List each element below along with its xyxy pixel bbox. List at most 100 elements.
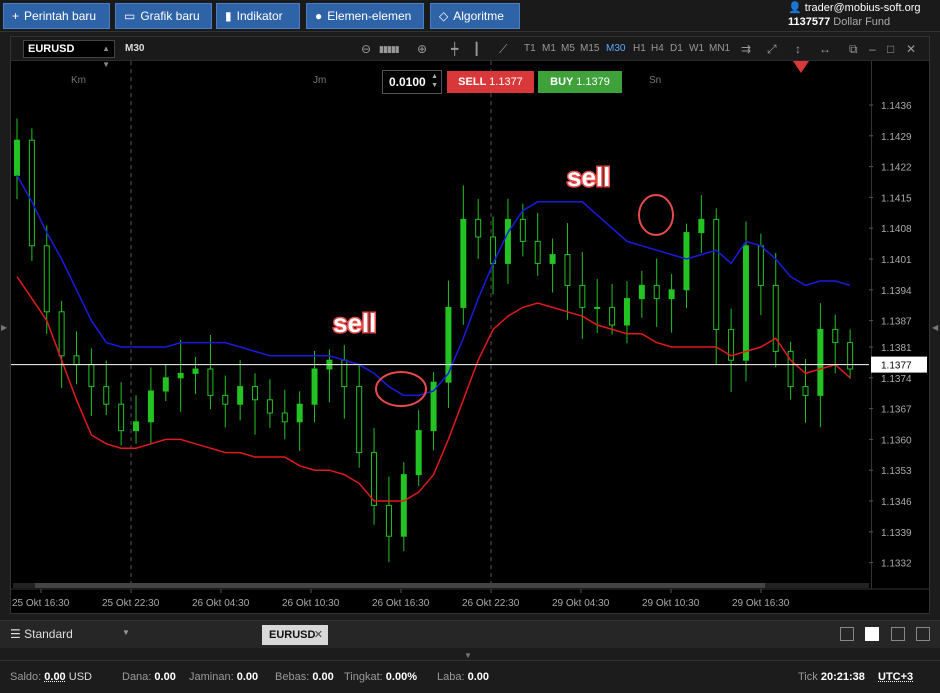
close-chart-icon[interactable]: ✕ xyxy=(906,42,916,56)
tf-mn1[interactable]: MN1 xyxy=(709,43,730,54)
new-chart-button[interactable]: ▭ Grafik baru xyxy=(115,3,212,29)
time-tick-label: 25 Okt 22:30 xyxy=(102,598,160,609)
account-fund: Dollar Fund xyxy=(833,16,891,28)
chart-shift-marker-icon[interactable] xyxy=(793,61,809,73)
tf-m15[interactable]: M15 xyxy=(580,43,599,54)
detach-icon[interactable]: ⧉ xyxy=(849,42,858,57)
candle-body xyxy=(311,368,318,405)
new-order-button[interactable]: + Perintah baru xyxy=(3,3,110,29)
candle-body xyxy=(252,386,259,401)
day-label: Sn xyxy=(649,75,661,86)
candle-body xyxy=(757,245,764,286)
candle-body xyxy=(519,218,526,242)
layout-grid-icon[interactable] xyxy=(865,627,879,641)
bar-type-icon[interactable]: ┿ xyxy=(451,42,458,56)
tf-h4[interactable]: H4 xyxy=(651,43,664,54)
time-tick-label: 29 Okt 04:30 xyxy=(552,598,610,609)
zoom-in-icon[interactable]: ⊕ xyxy=(417,42,427,56)
price-tick-label: 1.1401 xyxy=(881,255,912,266)
chart-window: EURUSD ▲ ▼ M30 ⊖ ▮▮▮▮▮ ⊕ ┿ ┃ ⟋ T1 M1 M5 M1… xyxy=(10,36,930,614)
maximize-icon[interactable]: □ xyxy=(887,42,894,56)
close-tab-icon[interactable]: ✕ xyxy=(314,625,323,645)
annotation-sell-label: sell xyxy=(333,308,376,338)
candle-body xyxy=(713,218,720,330)
lot-spinner-icon[interactable]: ▲ ▼ xyxy=(431,72,438,90)
tf-h1[interactable]: H1 xyxy=(633,43,646,54)
time-tick-label: 29 Okt 10:30 xyxy=(642,598,700,609)
candle-body xyxy=(207,368,214,396)
zoom-out-icon[interactable]: ⊖ xyxy=(361,42,371,56)
bar-chart-icon: ▮ xyxy=(225,9,232,23)
candle-body xyxy=(653,284,660,300)
algorithm-button[interactable]: ◇ Algoritme xyxy=(430,3,520,29)
layout-columns-icon[interactable] xyxy=(891,627,905,641)
trendline-tool-icon[interactable]: ⤢ xyxy=(767,42,777,57)
candle-body xyxy=(73,355,80,366)
tf-m1[interactable]: M1 xyxy=(542,43,556,54)
tf-m5[interactable]: M5 xyxy=(561,43,575,54)
candle-body xyxy=(133,421,140,432)
time-tick-label: 26 Okt 16:30 xyxy=(372,598,430,609)
account-info[interactable]: 👤 trader@mobius-soft.org 1137577 Dollar … xyxy=(788,1,934,29)
candle-body xyxy=(579,284,586,308)
candle-body xyxy=(594,306,601,309)
menu-icon: ☰ xyxy=(10,627,21,641)
hscale-tool-icon[interactable]: ↔ xyxy=(819,42,831,56)
left-panel-arrow-icon[interactable]: ▶ xyxy=(1,323,7,332)
minimize-icon[interactable]: – xyxy=(869,42,876,56)
upper-band-line xyxy=(16,175,851,397)
tf-d1[interactable]: D1 xyxy=(670,43,683,54)
candle-body xyxy=(281,412,288,423)
day-label: Km xyxy=(71,75,86,86)
right-panel-arrow-icon[interactable]: ◀ xyxy=(932,323,938,332)
status-tingkat: Tingkat: 0.00% xyxy=(344,671,417,683)
zoom-slider[interactable]: ▮▮▮▮▮ xyxy=(379,44,400,55)
timezone-select[interactable]: UTC+3 xyxy=(878,671,913,683)
indicator-button[interactable]: ▮ Indikator xyxy=(216,3,300,29)
tf-m30[interactable]: M30 xyxy=(606,43,625,54)
candle-body xyxy=(266,399,273,414)
annotation-sell-label: sell xyxy=(567,162,610,192)
chart-header: EURUSD ▲ ▼ M30 ⊖ ▮▮▮▮▮ ⊕ ┿ ┃ ⟋ T1 M1 M5 M1… xyxy=(11,37,929,69)
status-bar: Saldo: 0.00 USD Dana: 0.00 Jaminan: 0.00… xyxy=(0,660,940,693)
time-tick-label: 29 Okt 16:30 xyxy=(732,598,790,609)
price-tick-label: 1.1367 xyxy=(881,405,912,416)
vline-tool-icon[interactable]: ↕ xyxy=(795,42,801,56)
candle-body xyxy=(147,390,154,423)
candle-body xyxy=(638,284,645,300)
hline-tool-icon[interactable]: ⇉ xyxy=(741,42,751,56)
candle-type-icon[interactable]: ┃ xyxy=(473,42,480,56)
elements-button[interactable]: ● Elemen-elemen xyxy=(306,3,424,29)
candle-body xyxy=(415,430,422,476)
candle-body xyxy=(58,311,65,357)
sell-button[interactable]: SELL 1.1377 xyxy=(447,71,534,93)
lot-input[interactable]: 0.0100 ▲ ▼ xyxy=(382,70,442,94)
annotation-circle xyxy=(375,371,427,407)
candle-body xyxy=(683,232,690,291)
price-tick-label: 1.1429 xyxy=(881,132,912,143)
layout-single-icon[interactable] xyxy=(840,627,854,641)
price-tick-label: 1.1360 xyxy=(881,435,912,446)
bottom-panel-arrow-icon[interactable]: ▼ xyxy=(464,651,472,660)
price-tick-label: 1.1381 xyxy=(881,343,912,354)
candle-body xyxy=(817,328,824,396)
symbol-select[interactable]: EURUSD ▲ ▼ xyxy=(23,40,115,69)
time-tick-label: 26 Okt 22:30 xyxy=(462,598,520,609)
chart-scrollbar-thumb[interactable] xyxy=(35,583,765,588)
candle-body xyxy=(118,403,125,432)
day-label: Jm xyxy=(313,75,326,86)
buy-button[interactable]: BUY 1.1379 xyxy=(538,71,622,93)
price-tick-label: 1.1353 xyxy=(881,466,912,477)
time-tick-label: 26 Okt 10:30 xyxy=(282,598,340,609)
tab-eurusd[interactable]: EURUSD ✕ xyxy=(262,625,328,645)
layout-rows-icon[interactable] xyxy=(916,627,930,641)
candle-body xyxy=(742,245,749,361)
candle-body xyxy=(103,386,110,405)
price-chart[interactable]: Km Jm Sn 1.1436 1.1429 1.1422 1.1415 1.1408 1.14… xyxy=(11,61,929,613)
candle-body xyxy=(222,394,229,405)
tf-t1[interactable]: T1 xyxy=(524,43,536,54)
tf-w1[interactable]: W1 xyxy=(689,43,704,54)
line-type-icon[interactable]: ⟋ xyxy=(499,42,507,57)
diamond-icon: ◇ xyxy=(439,9,449,23)
layout-select[interactable]: ☰ Standard ▼ xyxy=(10,627,130,641)
